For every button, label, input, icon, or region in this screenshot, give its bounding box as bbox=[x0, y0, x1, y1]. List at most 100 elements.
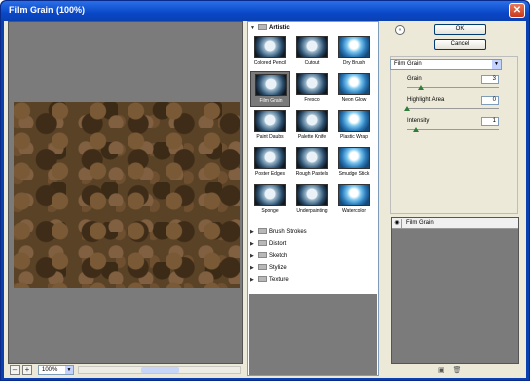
close-button[interactable]: ✕ bbox=[509, 3, 525, 18]
filter-thumbnail[interactable]: Rough Pastels bbox=[292, 145, 332, 181]
category-label: Brush Strokes bbox=[269, 229, 307, 235]
param-slider[interactable] bbox=[407, 85, 499, 90]
collapsed-triangle-icon: ▶ bbox=[250, 241, 254, 247]
filter-preview-image bbox=[338, 36, 370, 58]
collapse-icon: « bbox=[398, 27, 402, 33]
filter-label: Rough Pastels bbox=[295, 171, 329, 177]
filter-gallery-window: Film Grain (100%) ✕ – + 100% ▼ ▼ Artistic… bbox=[0, 0, 530, 381]
param-label: Grain bbox=[407, 76, 422, 82]
scrollbar-thumb[interactable] bbox=[141, 367, 179, 373]
horizontal-scrollbar[interactable] bbox=[78, 366, 241, 374]
param-slider[interactable] bbox=[404, 106, 499, 111]
filter-select[interactable]: Film Grain ▼ bbox=[390, 59, 502, 70]
category-label: Texture bbox=[269, 277, 289, 283]
layer-buttons: ▣ 🗑 bbox=[438, 366, 467, 374]
filter-thumbnail[interactable]: Paint Daubs bbox=[250, 108, 290, 144]
filter-label: Cutout bbox=[304, 60, 320, 66]
filter-label: Palette Knife bbox=[297, 134, 327, 140]
category-header[interactable]: ▶ Brush Strokes bbox=[250, 227, 370, 238]
preview-image[interactable] bbox=[14, 102, 240, 288]
filter-label: Sponge bbox=[261, 208, 279, 214]
collapsed-triangle-icon: ▶ bbox=[250, 229, 254, 235]
category-artistic[interactable]: ▼ Artistic bbox=[250, 23, 370, 34]
filter-label: Smudge Stick bbox=[338, 171, 370, 177]
category-header[interactable]: ▶ Stylize bbox=[250, 263, 370, 274]
filter-select-value: Film Grain bbox=[394, 61, 422, 67]
slider-thumb[interactable] bbox=[417, 85, 424, 90]
new-effect-layer-icon[interactable]: ▣ bbox=[438, 367, 445, 374]
filter-label: Colored Pencil bbox=[253, 60, 287, 66]
param-slider[interactable] bbox=[407, 127, 499, 132]
preview-toolbar: – + 100% ▼ bbox=[8, 364, 243, 376]
param-label: Intensity bbox=[407, 118, 430, 124]
category-header[interactable]: ▶ Distort bbox=[250, 239, 370, 250]
filter-gallery: ▼ Artistic Colored Pencil Cutout Dry Brush F… bbox=[247, 21, 379, 376]
param-value-input[interactable]: 0 bbox=[481, 96, 499, 105]
param-label: Highlight Area bbox=[407, 97, 445, 103]
slider-thumb[interactable] bbox=[404, 106, 410, 111]
effect-layers-panel: ◉ Film Grain bbox=[391, 217, 519, 364]
window-title: Film Grain (100%) bbox=[9, 5, 86, 15]
category-label: Distort bbox=[269, 241, 287, 247]
cancel-button[interactable]: Cancel bbox=[434, 39, 486, 50]
zoom-out-button[interactable]: – bbox=[10, 365, 20, 375]
chevron-down-icon: ▼ bbox=[492, 60, 501, 69]
folder-icon bbox=[258, 240, 267, 247]
preview-panel[interactable] bbox=[8, 21, 243, 364]
filter-thumbnail[interactable]: Film Grain bbox=[250, 71, 290, 107]
filter-preview-image bbox=[254, 110, 286, 132]
filter-label: Film Grain bbox=[259, 98, 283, 104]
ok-button[interactable]: OK bbox=[434, 24, 486, 35]
chevron-down-icon: ▼ bbox=[65, 366, 73, 374]
filter-thumbnail[interactable]: Poster Edges bbox=[250, 145, 290, 181]
filter-preview-image bbox=[255, 74, 287, 96]
title-bar[interactable]: Film Grain (100%) ✕ bbox=[1, 1, 529, 21]
close-icon: ✕ bbox=[512, 5, 522, 16]
filter-thumbnail[interactable]: Plastic Wrap bbox=[334, 108, 374, 144]
filter-label: Poster Edges bbox=[254, 171, 286, 177]
param-value-input[interactable]: 3 bbox=[481, 75, 499, 84]
category-header[interactable]: ▶ Texture bbox=[250, 275, 370, 286]
filter-label: Paint Daubs bbox=[256, 134, 284, 140]
filter-preview-image bbox=[254, 147, 286, 169]
effect-layer-row[interactable]: ◉ Film Grain bbox=[392, 218, 518, 229]
filter-preview-image bbox=[254, 36, 286, 58]
zoom-select[interactable]: 100% ▼ bbox=[38, 365, 74, 375]
filter-thumbnail[interactable]: Neon Glow bbox=[334, 71, 374, 107]
expanded-triangle-icon: ▼ bbox=[250, 25, 255, 31]
filter-thumbnail[interactable]: Underpainting bbox=[292, 182, 332, 218]
filter-thumbnail[interactable]: Sponge bbox=[250, 182, 290, 218]
filter-preview-image bbox=[338, 184, 370, 206]
filter-thumbnail[interactable]: Fresco bbox=[292, 71, 332, 107]
filter-thumbnail[interactable]: Cutout bbox=[292, 34, 332, 70]
category-label: Artistic bbox=[269, 25, 290, 31]
category-label: Sketch bbox=[269, 253, 288, 259]
category-label: Stylize bbox=[269, 265, 287, 271]
effect-layer-name: Film Grain bbox=[406, 220, 434, 226]
eye-icon[interactable]: ◉ bbox=[393, 219, 402, 228]
zoom-in-button[interactable]: + bbox=[22, 365, 32, 375]
collapsed-triangle-icon: ▶ bbox=[250, 265, 254, 271]
delete-effect-layer-icon[interactable]: 🗑 bbox=[453, 367, 462, 374]
folder-icon bbox=[258, 276, 267, 283]
zoom-value: 100% bbox=[42, 367, 58, 373]
filter-preview-image bbox=[338, 110, 370, 132]
category-header[interactable]: ▶ Sketch bbox=[250, 251, 370, 262]
filter-label: Neon Glow bbox=[341, 97, 367, 103]
gallery-empty-area bbox=[249, 294, 377, 375]
filter-thumbnail[interactable]: Watercolor bbox=[334, 182, 374, 218]
filter-preview-image bbox=[296, 110, 328, 132]
filter-label: Plastic Wrap bbox=[340, 134, 368, 140]
filter-preview-image bbox=[296, 73, 328, 95]
folder-icon bbox=[258, 252, 267, 259]
filter-thumbnail[interactable]: Dry Brush bbox=[334, 34, 374, 70]
filter-label: Fresco bbox=[304, 97, 320, 103]
filter-preview-image bbox=[296, 147, 328, 169]
slider-thumb[interactable] bbox=[413, 127, 420, 132]
param-value-input[interactable]: 1 bbox=[481, 117, 499, 126]
filter-thumbnail[interactable]: Palette Knife bbox=[292, 108, 332, 144]
filter-thumbnail[interactable]: Smudge Stick bbox=[334, 145, 374, 181]
filter-thumbnail[interactable]: Colored Pencil bbox=[250, 34, 290, 70]
dialog-body: – + 100% ▼ ▼ Artistic Colored Pencil Cutou… bbox=[4, 21, 526, 378]
collapse-gallery-button[interactable]: « bbox=[395, 25, 405, 35]
